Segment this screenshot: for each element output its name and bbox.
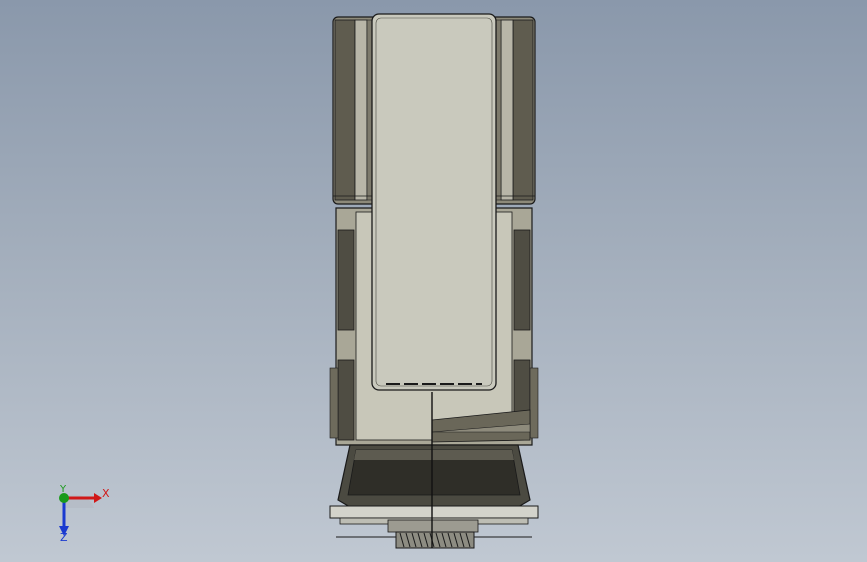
x-axis-label: X <box>102 487 110 500</box>
cad-graphics-viewport[interactable]: X Y Z <box>0 0 867 562</box>
flash-unit-model[interactable] <box>0 0 867 562</box>
z-axis-label: Z <box>60 531 68 544</box>
y-axis-label: Y <box>60 484 67 495</box>
x-arrow-head <box>94 493 102 503</box>
flash-base <box>329 444 539 549</box>
flash-front-panel <box>371 13 497 391</box>
